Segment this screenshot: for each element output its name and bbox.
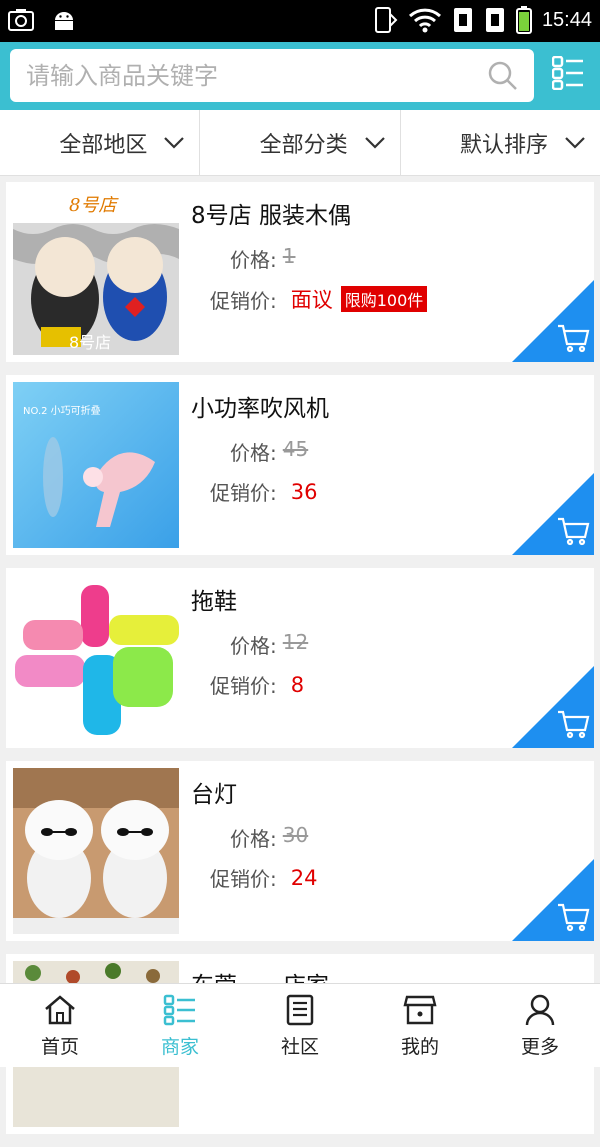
promo-price: 36 xyxy=(290,479,318,504)
filter-category-label: 全部分类 xyxy=(259,132,348,158)
filter-category[interactable]: 全部分类 xyxy=(200,110,401,175)
price-row: 价格: 1 xyxy=(230,244,295,273)
status-time: 15:44 xyxy=(541,8,592,31)
tab-merchants-label: 商家 xyxy=(160,1036,199,1058)
promo-label: 促销价: xyxy=(210,867,277,891)
chevron-down-icon xyxy=(565,136,585,149)
bottom-tab-bar: 首页 商家 社区 我的 更多 xyxy=(0,983,600,1067)
tab-merchants[interactable]: 商家 xyxy=(120,984,240,1067)
thumb-caption: 8号店 xyxy=(69,333,112,352)
promo-price: 24 xyxy=(290,865,318,890)
original-price: 12 xyxy=(282,630,309,654)
price-row: 价格: 12 xyxy=(230,630,308,659)
price-row: 价格: 30 xyxy=(230,823,308,852)
price-label: 价格: xyxy=(230,634,277,658)
list-icon xyxy=(163,994,195,1026)
price-label: 价格: xyxy=(230,248,277,272)
product-card[interactable]: 拖鞋 价格: 12 促销价: 8 xyxy=(6,568,594,748)
original-price: 45 xyxy=(282,437,309,461)
thumb-caption: 8号店 xyxy=(69,195,117,216)
original-price: 1 xyxy=(282,244,296,268)
home-icon xyxy=(45,995,75,1025)
chevron-down-icon xyxy=(164,136,185,149)
search-box[interactable] xyxy=(10,49,534,102)
price-row: 价格: 45 xyxy=(230,437,308,466)
product-image xyxy=(13,575,179,741)
phone-signal-icon xyxy=(374,7,398,33)
promo-label: 促销价: xyxy=(210,481,277,505)
tab-community-label: 社区 xyxy=(280,1036,319,1058)
android-icon xyxy=(55,12,73,30)
promo-label: 促销价: xyxy=(210,288,277,313)
promo-row: 促销价: 8 xyxy=(210,670,304,699)
thumb-caption: NO.2 小巧可折叠 xyxy=(23,406,101,417)
user-icon xyxy=(525,994,555,1026)
battery-icon xyxy=(515,6,532,34)
filter-region[interactable]: 全部地区 xyxy=(0,110,201,175)
search-header xyxy=(0,42,600,110)
wifi-icon xyxy=(408,8,441,33)
category-menu-icon[interactable] xyxy=(552,56,584,90)
price-label: 价格: xyxy=(230,441,277,465)
add-to-cart-button[interactable] xyxy=(512,473,594,555)
search-input[interactable] xyxy=(26,49,476,102)
chevron-down-icon xyxy=(364,136,385,149)
sim2-icon xyxy=(485,8,504,32)
add-to-cart-button[interactable] xyxy=(512,859,594,941)
filter-sort-label: 默认排序 xyxy=(459,132,548,158)
status-bar: 15:44 xyxy=(0,0,600,42)
tab-mine[interactable]: 我的 xyxy=(360,984,480,1067)
screenshot-icon xyxy=(8,9,34,31)
product-image: NO.2 小巧可折叠 xyxy=(13,382,179,548)
tab-more-label: 更多 xyxy=(520,1036,559,1058)
filter-bar: 全部地区 全部分类 默认排序 xyxy=(0,110,600,176)
search-icon[interactable] xyxy=(488,61,518,91)
tab-community[interactable]: 社区 xyxy=(240,984,360,1067)
promo-label: 促销价: xyxy=(210,674,277,698)
tab-mine-label: 我的 xyxy=(400,1036,439,1058)
promo-price: 8 xyxy=(290,672,305,697)
tab-more[interactable]: 更多 xyxy=(480,984,600,1067)
filter-region-label: 全部地区 xyxy=(59,132,148,158)
tab-home[interactable]: 首页 xyxy=(0,984,120,1067)
promo-price: 面议 xyxy=(290,288,333,312)
original-price: 30 xyxy=(282,823,309,847)
product-title: 8号店 服装木偶 xyxy=(191,203,351,229)
store-icon xyxy=(403,995,437,1025)
product-card[interactable]: 8号店 8号店 8号店 服装木偶 价格: 1 促销价: 面议 限购100件 xyxy=(6,182,594,362)
product-card[interactable]: 台灯 价格: 30 促销价: 24 xyxy=(6,761,594,941)
price-label: 价格: xyxy=(230,827,277,851)
filter-sort[interactable]: 默认排序 xyxy=(401,110,600,175)
product-title: 台灯 xyxy=(191,782,237,808)
product-card[interactable]: NO.2 小巧可折叠 小功率吹风机 价格: 45 促销价: 36 xyxy=(6,375,594,555)
limit-badge: 限购100件 xyxy=(340,286,428,312)
add-to-cart-button[interactable] xyxy=(512,666,594,748)
product-title: 小功率吹风机 xyxy=(191,396,329,422)
tab-home-label: 首页 xyxy=(40,1036,79,1058)
promo-row: 促销价: 36 xyxy=(210,477,317,506)
promo-row: 促销价: 24 xyxy=(210,863,317,892)
add-to-cart-button[interactable] xyxy=(512,280,594,362)
product-image: 8号店 8号店 xyxy=(13,189,179,355)
promo-row: 促销价: 面议 限购100件 xyxy=(210,284,428,314)
sim1-icon xyxy=(453,8,472,32)
product-title: 拖鞋 xyxy=(191,589,237,615)
product-image xyxy=(13,768,179,934)
document-icon xyxy=(286,994,314,1026)
